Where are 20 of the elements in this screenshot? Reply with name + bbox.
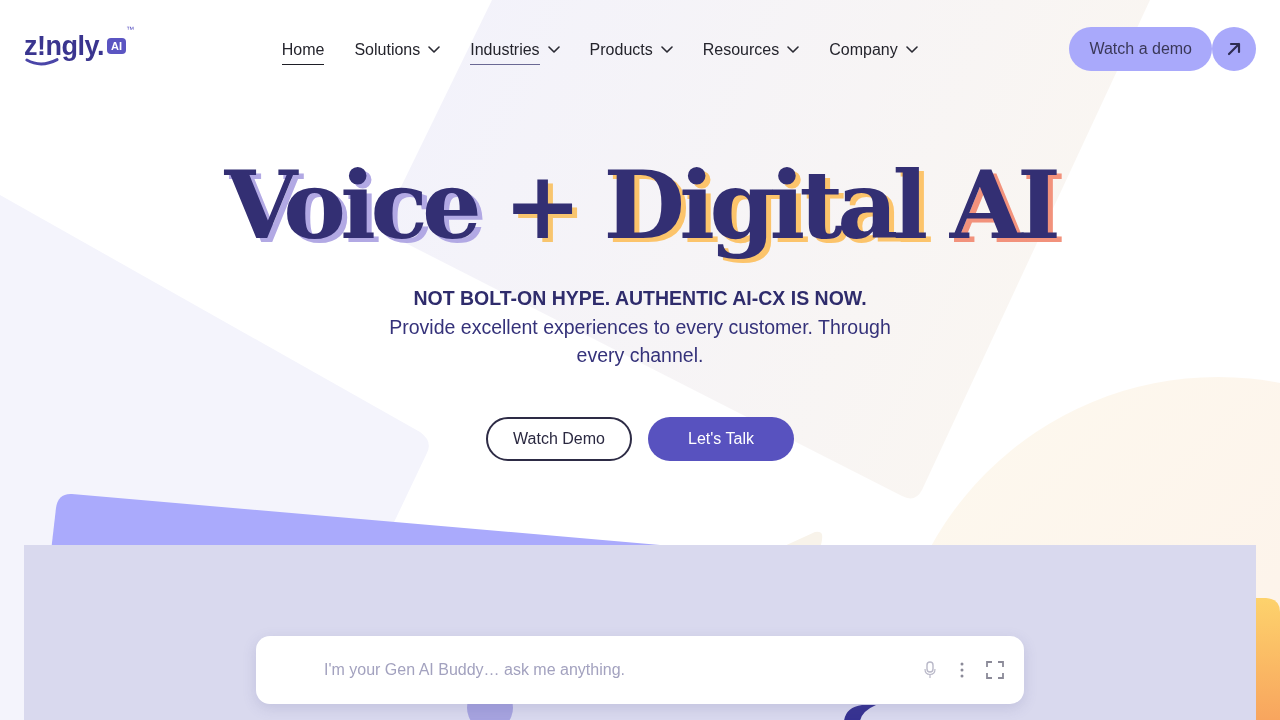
watch-demo-button[interactable]: Watch a demo — [1069, 27, 1212, 71]
nav-link[interactable]: Solutions — [354, 33, 441, 65]
microphone-icon[interactable] — [924, 661, 936, 679]
nav-link[interactable]: Industries — [470, 33, 560, 65]
nav-link[interactable]: Products — [589, 33, 673, 65]
logo-wordmark[interactable]: z!ngly. — [24, 31, 104, 61]
nav-link[interactable]: Home — [281, 33, 325, 65]
talk-button[interactable]: Let's Talk — [648, 417, 794, 461]
watch-demo-button[interactable]: Watch Demo — [486, 417, 632, 461]
chat-input[interactable]: I'm your Gen AI Buddy… ask me anything. — [256, 636, 1024, 704]
hero-tagline: NOT BOLT-ON HYPE. AUTHENTIC AI-CX IS NOW. — [413, 286, 867, 311]
nav-link[interactable]: Resources — [702, 33, 800, 65]
trademark-mark: ™ — [126, 26, 134, 34]
more-options-icon[interactable] — [960, 662, 964, 678]
fullscreen-icon[interactable] — [986, 661, 1004, 679]
nav-link[interactable]: Company — [829, 33, 918, 65]
arrow-button[interactable] — [1212, 27, 1256, 71]
logo-badge: AI — [107, 38, 126, 54]
arrow-up-right-icon — [1227, 42, 1241, 56]
hero-description: Provide excellent experiences to every customer. Through every channel. — [388, 315, 892, 368]
